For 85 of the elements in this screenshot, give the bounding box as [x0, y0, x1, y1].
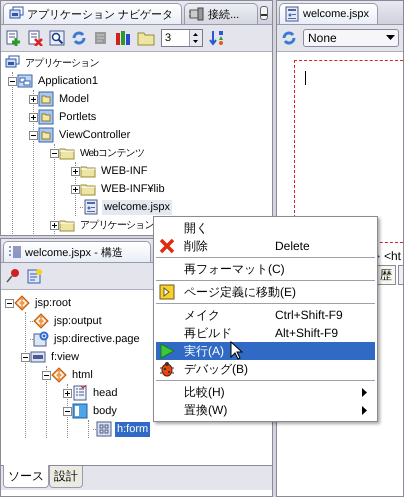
tree-item[interactable]: Model [57, 92, 91, 106]
delete-file-icon[interactable] [27, 30, 43, 46]
add-file-icon[interactable] [5, 30, 21, 46]
mouse-pointer-icon [230, 341, 244, 361]
menu-item[interactable]: ページ定義に移動(E) [156, 283, 375, 301]
collapse-toggle[interactable] [63, 406, 72, 416]
menu-item[interactable]: 再フォーマット(C) [156, 260, 375, 278]
panel-tab[interactable]: 接続... [184, 3, 258, 24]
menu-item[interactable]: 削除 Delete [156, 237, 375, 255]
view-dropdown[interactable]: None [303, 29, 399, 47]
page-icon [284, 6, 300, 22]
delete-icon [159, 238, 175, 254]
panel-tab[interactable]: アプリケーション ナビゲータ [3, 3, 182, 24]
tree-item[interactable]: ViewController [57, 128, 132, 142]
tag-icon [51, 367, 67, 383]
tree-item[interactable]: f:view [49, 350, 82, 364]
collapse-toggle[interactable] [42, 370, 51, 380]
breadcrumb[interactable]: <ht [384, 249, 401, 263]
tree-item[interactable]: jsp:directive.page [52, 332, 142, 346]
page-icon [83, 199, 99, 215]
pin-icon[interactable] [5, 268, 21, 284]
tree-item[interactable]: Webコンテンツ [78, 146, 146, 160]
grid-icon [96, 421, 112, 437]
text-cursor [305, 71, 306, 85]
panel-icon [72, 403, 88, 419]
tree-item[interactable]: welcome.jspx [102, 200, 172, 214]
view-tab[interactable]: ソース [3, 465, 49, 488]
tree-item[interactable]: アプリケーション [23, 56, 101, 70]
view-tab[interactable]: 設計 [49, 466, 83, 488]
collapse-toggle[interactable] [5, 298, 14, 308]
expand-toggle[interactable] [29, 112, 38, 122]
project-folder-icon [38, 109, 54, 125]
dropdown-arrow-icon [386, 35, 395, 41]
collapse-toggle[interactable] [50, 148, 59, 158]
tree-item[interactable]: head [91, 386, 120, 400]
collapse-toggle[interactable] [8, 76, 17, 86]
jsf-icon [30, 349, 46, 365]
tag-icon [14, 295, 30, 311]
sort-icon[interactable] [209, 30, 225, 46]
expand-toggle[interactable] [29, 94, 38, 104]
tree-item[interactable]: body [91, 404, 119, 418]
menu-item[interactable]: 再ビルド Alt+Shift-F9 [156, 324, 375, 342]
arrow-page-icon [159, 284, 175, 300]
tag-icon [33, 313, 49, 329]
tree-item[interactable]: jsp:output [52, 314, 104, 328]
directive-icon [33, 331, 49, 347]
books-icon[interactable] [115, 30, 131, 46]
menu-item[interactable]: 置換(W) [156, 401, 375, 419]
menu-item[interactable]: 実行(A) [156, 342, 375, 360]
bug-icon [159, 361, 175, 377]
application-icon [17, 73, 33, 89]
tree-item[interactable]: Portlets [57, 110, 98, 124]
tree-item[interactable]: WEB-INF [99, 164, 150, 178]
menu-item[interactable]: 比較(H) [156, 383, 375, 401]
tree-item[interactable]: WEB-INF¥lib [99, 182, 167, 196]
refresh-icon[interactable] [281, 30, 297, 46]
collapse-toggle[interactable] [29, 130, 38, 140]
menu-item[interactable]: メイク Ctrl+Shift-F9 [156, 306, 375, 324]
tree-item[interactable]: html [70, 368, 95, 382]
menu-item[interactable]: デバッグ(B) [156, 360, 375, 378]
expand-toggle[interactable] [71, 184, 80, 194]
tree-item[interactable]: h:form [115, 422, 150, 436]
editor-tab[interactable]: welcome.jspx [279, 3, 378, 24]
run-icon [159, 343, 175, 359]
tab-button[interactable] [398, 265, 403, 285]
search-icon[interactable] [49, 30, 65, 46]
panel-tab[interactable]: welcome.jspx - 構造 [3, 241, 151, 262]
project-folder-icon [38, 91, 54, 107]
collapse-toggle[interactable] [21, 352, 30, 362]
history-tab[interactable]: 歴 [376, 265, 396, 285]
structure-icon [8, 245, 22, 259]
minimize-button[interactable] [260, 6, 268, 20]
expand-toggle[interactable] [50, 220, 59, 230]
menu-item[interactable]: 開く [156, 219, 375, 237]
new-document-icon[interactable] [27, 268, 43, 284]
expand-toggle[interactable] [63, 388, 72, 398]
project-folder-icon [38, 127, 54, 143]
folder-icon[interactable] [137, 30, 155, 46]
tree-item[interactable]: jsp:root [33, 296, 74, 310]
tree-item[interactable]: Application1 [36, 74, 100, 88]
expand-toggle[interactable] [71, 166, 80, 176]
refresh-icon[interactable] [71, 30, 87, 46]
list-icon [72, 385, 88, 401]
plug-icon [189, 6, 206, 22]
depth-spinner[interactable]: 3 [161, 29, 203, 47]
